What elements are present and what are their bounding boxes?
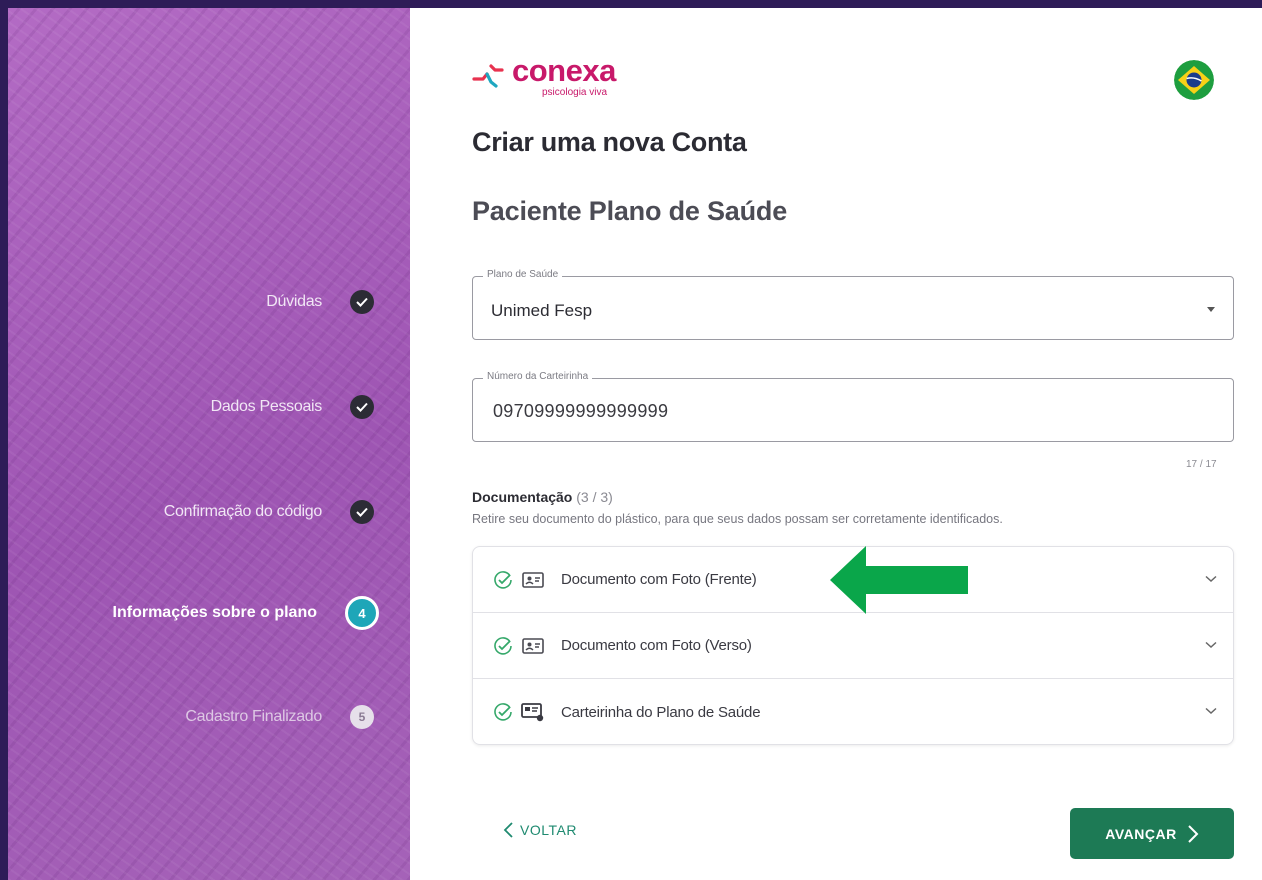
documentation-hint: Retire seu documento do plástico, para q… xyxy=(472,512,1003,526)
step-done-check-icon xyxy=(350,500,374,524)
logo-wordmark: conexa xyxy=(512,53,616,88)
step-number-badge: 4 xyxy=(345,596,379,630)
step-cadastro-finalizado: Cadastro Finalizado 5 xyxy=(185,697,374,737)
document-label: Documento com Foto (Frente) xyxy=(561,571,757,588)
page-title: Criar uma nova Conta xyxy=(472,127,747,157)
card-number-label: Número da Carteirinha xyxy=(483,371,593,382)
character-counter: 17 / 17 xyxy=(1186,459,1217,470)
id-card-icon xyxy=(522,571,544,588)
card-number-field[interactable]: Número da Carteirinha 09709999999999999 xyxy=(472,371,1234,442)
step-label: Cadastro Finalizado xyxy=(185,708,322,725)
step-confirmacao-codigo[interactable]: Confirmação do código xyxy=(164,492,374,532)
chevron-down-icon[interactable] xyxy=(1205,707,1217,715)
step-label: Confirmação do código xyxy=(163,503,323,520)
next-button-label: AVANÇAR xyxy=(1105,825,1177,842)
app-frame: Dúvidas Dados Pessoais Confirmação do có… xyxy=(8,8,1262,880)
documentation-count: (3 / 3) xyxy=(576,489,613,505)
check-circle-icon xyxy=(494,703,512,721)
chevron-left-icon xyxy=(503,822,513,838)
conexa-mark-icon xyxy=(472,64,504,88)
document-item-back[interactable]: Documento com Foto (Verso) xyxy=(473,613,1233,679)
plan-select-value: Unimed Fesp xyxy=(491,301,593,320)
chevron-right-icon xyxy=(1187,824,1199,843)
documentation-title: Documentação xyxy=(472,489,573,505)
signup-panel: conexa psicologia viva Criar uma nova Co… xyxy=(410,8,1262,880)
chevron-down-icon[interactable] xyxy=(1205,641,1217,649)
plan-select-label: Plano de Saúde xyxy=(483,269,563,280)
logo-tagline: psicologia viva xyxy=(542,87,608,98)
plan-select[interactable]: Plano de Saúde Unimed Fesp xyxy=(472,269,1234,340)
conexa-logo: conexa psicologia viva xyxy=(472,53,616,98)
id-card-icon xyxy=(522,637,544,654)
document-label: Documento com Foto (Verso) xyxy=(561,637,752,654)
chevron-down-icon[interactable] xyxy=(1205,575,1217,583)
document-label: Carteirinha do Plano de Saúde xyxy=(561,703,761,721)
step-dados-pessoais[interactable]: Dados Pessoais xyxy=(211,387,374,427)
step-done-check-icon xyxy=(350,395,374,419)
next-button[interactable]: AVANÇAR xyxy=(1070,808,1234,859)
card-number-value: 09709999999999999 xyxy=(493,401,669,421)
step-number-badge: 5 xyxy=(350,705,374,729)
check-circle-icon xyxy=(494,570,512,589)
brazil-flag-icon[interactable] xyxy=(1174,60,1214,100)
page-subtitle: Paciente Plano de Saúde xyxy=(472,196,788,226)
progress-sidebar: Dúvidas Dados Pessoais Confirmação do có… xyxy=(8,8,410,880)
dropdown-caret-icon xyxy=(1207,307,1215,312)
documentation-heading: Documentação (3 / 3) xyxy=(472,489,613,505)
document-item-health-card[interactable]: Carteirinha do Plano de Saúde xyxy=(473,679,1233,745)
health-card-icon xyxy=(521,703,544,722)
step-label: Dados Pessoais xyxy=(210,398,323,415)
check-circle-icon xyxy=(494,636,512,655)
step-done-check-icon xyxy=(350,290,374,314)
step-informacoes-plano[interactable]: Informações sobre o plano 4 xyxy=(112,593,379,633)
step-duvidas[interactable]: Dúvidas xyxy=(266,282,374,322)
annotation-arrow-icon xyxy=(830,546,968,614)
step-label: Dúvidas xyxy=(266,293,322,310)
back-button-label: VOLTAR xyxy=(520,822,577,838)
step-label-active: Informações sobre o plano xyxy=(112,604,317,621)
back-button[interactable]: VOLTAR xyxy=(502,821,577,839)
